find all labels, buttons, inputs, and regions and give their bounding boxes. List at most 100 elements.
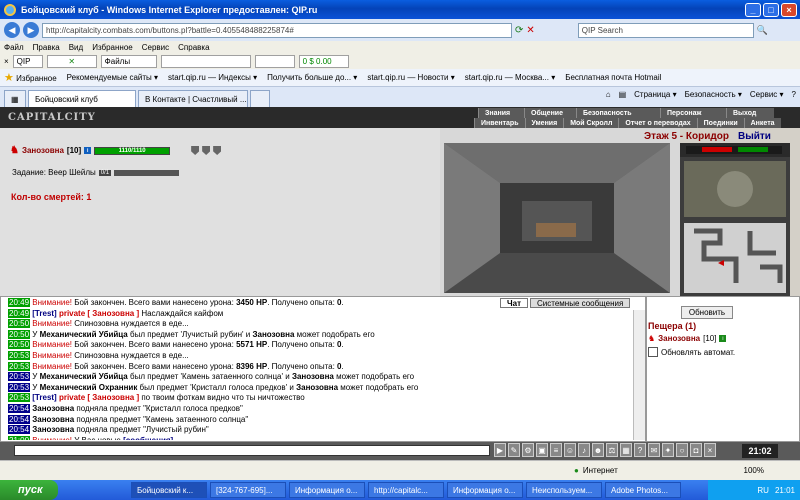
refresh-icon[interactable]: ⟳: [515, 25, 523, 36]
send-icon[interactable]: ▶: [494, 443, 506, 457]
new-tab-button[interactable]: [250, 90, 270, 107]
auto-refresh-checkbox[interactable]: [648, 347, 658, 357]
chat-timestamp[interactable]: 20:53: [8, 372, 31, 382]
menu-communication[interactable]: Общение: [524, 108, 576, 118]
close-chat-icon[interactable]: ×: [704, 443, 716, 457]
chat-timestamp[interactable]: 20:53: [8, 361, 31, 371]
print-icon[interactable]: ▤: [619, 90, 627, 99]
home-icon[interactable]: ⌂: [606, 90, 611, 99]
menu-exit[interactable]: Выход: [726, 108, 774, 118]
page-menu[interactable]: Страница ▾: [634, 90, 677, 99]
menu-security[interactable]: Безопасность: [576, 108, 660, 118]
fav-item-3[interactable]: Получить больше до... ▾: [267, 73, 357, 82]
fav-item-5[interactable]: start.qip.ru — Москва... ▾: [465, 73, 555, 82]
sound-icon[interactable]: ♪: [578, 443, 590, 457]
toolbar-button[interactable]: [254, 54, 295, 68]
task-item[interactable]: [324-767-695]...: [210, 482, 286, 498]
fav-item-1[interactable]: Рекомендуемые сайты ▾: [67, 73, 158, 82]
menu-favorites[interactable]: Избранное: [92, 43, 133, 52]
chat-timestamp[interactable]: 20:53: [8, 382, 31, 392]
chat-timestamp[interactable]: 20:49: [8, 298, 31, 307]
chat-timestamp[interactable]: 20:54: [8, 403, 31, 413]
quest-icon[interactable]: ?: [634, 443, 646, 457]
info-icon[interactable]: i: [719, 335, 727, 342]
clear-icon[interactable]: ✎: [508, 443, 520, 457]
task-item[interactable]: Неиспользуем...: [526, 482, 602, 498]
gift-icon[interactable]: ✦: [662, 443, 674, 457]
chat-sender[interactable]: [Trest]: [32, 393, 59, 402]
stop-icon[interactable]: ✕: [526, 25, 534, 36]
fav-item-2[interactable]: start.qip.ru — Индексы ▾: [168, 73, 257, 82]
zoom-level[interactable]: 100%: [744, 466, 764, 475]
menu-tools[interactable]: Сервис: [142, 43, 169, 52]
close-toolbar-icon[interactable]: ×: [4, 57, 9, 66]
task-item[interactable]: Бойцовский к...: [131, 482, 207, 498]
safety-menu[interactable]: Безопасность ▾: [685, 90, 742, 99]
chat-input[interactable]: [14, 445, 490, 456]
menu-character[interactable]: Персонаж: [660, 108, 726, 118]
chat-timestamp[interactable]: 20:54: [8, 414, 31, 424]
url-field[interactable]: http://capitalcity.combats.com/buttons.p…: [42, 22, 512, 38]
chat-timestamp[interactable]: 20:50: [8, 340, 31, 350]
files-dropdown[interactable]: Файлы: [100, 54, 157, 68]
favorites-button[interactable]: ★ Избранное: [4, 71, 57, 84]
player-name[interactable]: Занозовна: [22, 146, 64, 155]
chat-sender[interactable]: [Trest]: [32, 309, 59, 318]
dungeon-view[interactable]: [444, 143, 670, 293]
menu-knowledge[interactable]: Знания: [478, 108, 524, 118]
map-icon[interactable]: ▦: [620, 443, 632, 457]
language-indicator[interactable]: RU: [757, 486, 769, 495]
menu-scroll[interactable]: Мой Скролл: [563, 118, 619, 128]
start-button[interactable]: пуск: [0, 480, 58, 500]
chat-timestamp[interactable]: 20:50: [8, 329, 31, 339]
mail-icon[interactable]: ✉: [648, 443, 660, 457]
ring-icon[interactable]: ○: [676, 443, 688, 457]
task-item[interactable]: Информация о...: [289, 482, 365, 498]
fav-item-6[interactable]: Бесплатная почта Hotmail: [565, 73, 661, 82]
search-icon[interactable]: 🔍: [757, 25, 768, 36]
filter-icon[interactable]: ⚙: [522, 443, 534, 457]
close-button[interactable]: ×: [781, 2, 797, 17]
chat-timestamp[interactable]: 21:00: [8, 435, 31, 440]
bag-icon[interactable]: ◘: [690, 443, 702, 457]
tab-vkontakte[interactable]: В Контакте | Счастливый ...: [138, 90, 248, 107]
toolbar-combobox[interactable]: [160, 54, 251, 68]
tab-combats[interactable]: Бойцовский клуб: [28, 90, 136, 107]
chat-sender[interactable]: [сообщения]: [123, 436, 173, 440]
task-item[interactable]: Adobe Photos...: [605, 482, 681, 498]
search-input[interactable]: QIP Search: [577, 22, 754, 38]
chat-scrollbar[interactable]: [633, 310, 645, 440]
trade-icon[interactable]: ⚖: [606, 443, 618, 457]
menu-help[interactable]: Справка: [178, 43, 209, 52]
users-icon[interactable]: ☺: [564, 443, 576, 457]
save-icon[interactable]: ▣: [536, 443, 548, 457]
info-icon[interactable]: i: [84, 147, 92, 154]
chat-timestamp[interactable]: 20:54: [8, 425, 31, 435]
minimize-button[interactable]: _: [745, 2, 761, 17]
tools-menu[interactable]: Сервис ▾: [750, 90, 784, 99]
qip-status-icon[interactable]: ✕: [46, 54, 97, 68]
forward-icon[interactable]: ▶: [23, 22, 39, 38]
chat-timestamp[interactable]: 20:53: [8, 393, 31, 403]
chat-timestamp[interactable]: 20:53: [8, 350, 31, 360]
maximize-button[interactable]: □: [763, 2, 779, 17]
quick-tabs-icon[interactable]: ▦: [4, 90, 26, 107]
menu-transfers[interactable]: Отчет о переводах: [618, 118, 697, 128]
menu-file[interactable]: Файл: [4, 43, 24, 52]
qip-logo[interactable]: QIP: [12, 54, 43, 68]
back-icon[interactable]: ◀: [4, 22, 20, 38]
menu-edit[interactable]: Правка: [33, 43, 60, 52]
smiley-icon[interactable]: ☻: [592, 443, 604, 457]
menu-profile[interactable]: Анкета: [743, 118, 781, 128]
room-player-name[interactable]: Занозовна: [658, 334, 700, 343]
chat-sender[interactable]: private [ Занозовна ]: [59, 393, 139, 402]
treasure-chest[interactable]: [536, 223, 576, 237]
task-item[interactable]: http://capitalc...: [368, 482, 444, 498]
refresh-button[interactable]: Обновить: [681, 306, 733, 319]
fav-item-4[interactable]: start.qip.ru — Новости ▾: [367, 73, 454, 82]
menu-view[interactable]: Вид: [69, 43, 83, 52]
chat-sender[interactable]: private [ Занозовна ]: [59, 309, 139, 318]
minimap[interactable]: [680, 143, 790, 296]
help-icon[interactable]: ?: [792, 90, 796, 99]
exit-link[interactable]: Выйти: [738, 131, 771, 142]
